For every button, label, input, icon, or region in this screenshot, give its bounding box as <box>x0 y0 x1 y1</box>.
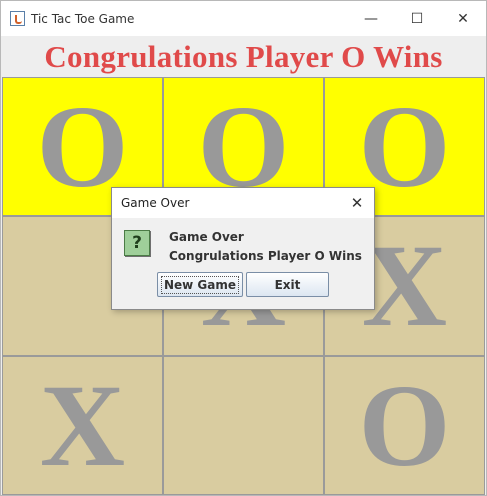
dialog-title-bar[interactable]: Game Over ✕ <box>112 188 374 218</box>
winner-banner-text: Congrulations Player O Wins <box>44 38 443 74</box>
window-controls: — ☐ ✕ <box>348 1 486 36</box>
dialog-close-icon[interactable]: ✕ <box>346 192 368 214</box>
dialog-message-text: Congrulations Player O Wins <box>169 249 362 263</box>
java-app-icon <box>10 11 25 26</box>
status-banner: Congrulations Player O Wins <box>2 36 485 77</box>
board-cell-9[interactable]: O <box>324 356 485 495</box>
board-cell-8[interactable] <box>163 356 324 495</box>
window-title: Tic Tac Toe Game <box>31 11 135 26</box>
new-game-button[interactable]: New Game <box>157 272 243 297</box>
dialog-message-title: Game Over <box>169 230 244 244</box>
dialog-title: Game Over <box>121 196 190 210</box>
board-cell-7[interactable]: X <box>2 356 163 495</box>
game-over-dialog: Game Over ✕ ? Game Over Congrulations Pl… <box>111 187 375 310</box>
minimize-button[interactable]: — <box>348 1 394 36</box>
new-game-label: New Game <box>160 275 240 294</box>
question-icon: ? <box>124 230 150 256</box>
exit-button[interactable]: Exit <box>246 272 329 297</box>
maximize-button[interactable]: ☐ <box>394 1 440 36</box>
close-button[interactable]: ✕ <box>440 1 486 36</box>
title-bar[interactable]: Tic Tac Toe Game — ☐ ✕ <box>1 1 486 36</box>
